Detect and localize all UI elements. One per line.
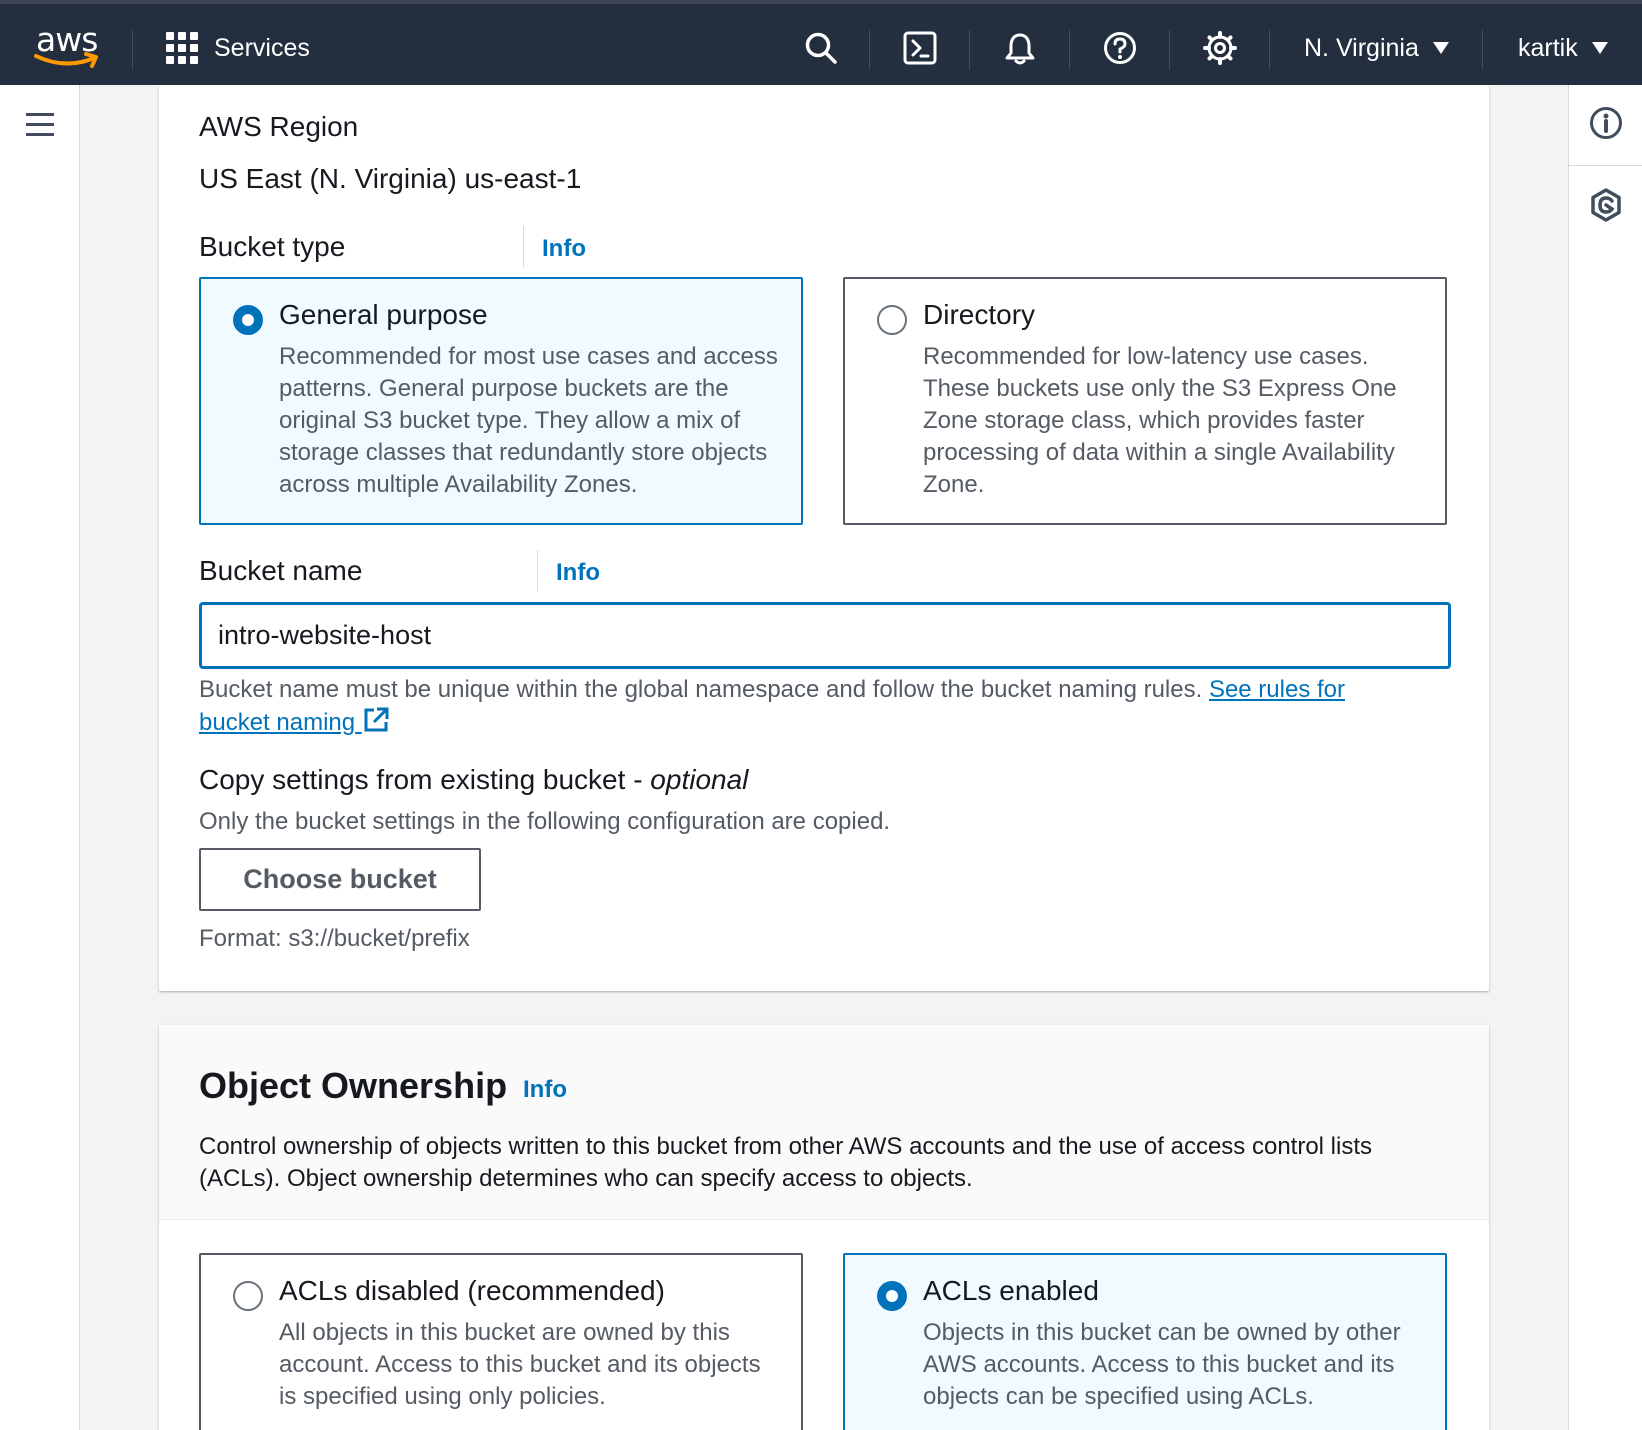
acls-enabled-tile[interactable]: ACLs enabled Objects in this bucket can … bbox=[843, 1253, 1447, 1430]
cloudshell-button[interactable] bbox=[900, 28, 940, 68]
bucket-type-label: Bucket type bbox=[199, 231, 346, 262]
object-ownership-header: Object Ownership Info Control ownership … bbox=[159, 1025, 1489, 1220]
account-menu-label: kartik bbox=[1518, 33, 1578, 62]
object-ownership-panel: Object Ownership Info Control ownership … bbox=[159, 1025, 1489, 1430]
region-selector[interactable]: N. Virginia bbox=[1304, 26, 1449, 70]
rail-divider bbox=[1569, 165, 1642, 166]
acls-disabled-description: All objects in this bucket are owned by … bbox=[279, 1319, 761, 1410]
region-value: US East (N. Virginia) us-east-1 bbox=[199, 163, 582, 194]
left-navigation-rail bbox=[0, 85, 80, 1430]
directory-description: Recommended for low-latency use cases. T… bbox=[923, 343, 1397, 498]
label-divider bbox=[523, 226, 524, 268]
region-selector-label: N. Virginia bbox=[1304, 33, 1419, 62]
info-panel-icon[interactable] bbox=[1588, 105, 1624, 141]
bucket-name-label: Bucket name bbox=[199, 555, 363, 586]
right-utility-rail bbox=[1568, 85, 1642, 1430]
bucket-name-info-link[interactable]: Info bbox=[556, 559, 600, 587]
nav-divider bbox=[969, 30, 970, 70]
acls-disabled-title: ACLs disabled (recommended) bbox=[279, 1275, 665, 1306]
directory-title: Directory bbox=[923, 299, 1036, 330]
search-icon bbox=[805, 32, 837, 64]
help-button[interactable] bbox=[1100, 28, 1140, 68]
bucket-name-help: Bucket name must be unique within the gl… bbox=[199, 674, 1379, 739]
feedback-hexagon-icon[interactable] bbox=[1588, 187, 1624, 223]
general-configuration-panel: AWS Region US East (N. Virginia) us-east… bbox=[159, 85, 1489, 991]
acls-enabled-description: Objects in this bucket can be owned by o… bbox=[923, 1319, 1401, 1410]
bucket-name-input[interactable]: intro-website-host bbox=[199, 602, 1451, 669]
choose-bucket-button[interactable]: Choose bucket bbox=[199, 848, 481, 911]
general-purpose-description: Recommended for most use cases and acces… bbox=[279, 343, 778, 498]
acls-enabled-radio[interactable] bbox=[877, 1281, 907, 1311]
object-ownership-description: Control ownership of objects written to … bbox=[199, 1133, 1372, 1192]
general-purpose-title: General purpose bbox=[279, 299, 488, 330]
aws-logo[interactable]: aws bbox=[32, 18, 102, 70]
caret-down-icon bbox=[1432, 42, 1449, 54]
nav-divider bbox=[1169, 30, 1170, 70]
external-link-icon bbox=[364, 707, 389, 732]
copy-settings-label: Copy settings from existing bucket - opt… bbox=[199, 764, 748, 796]
settings-button[interactable] bbox=[1200, 28, 1240, 68]
services-menu-button[interactable]: Services bbox=[166, 26, 310, 70]
copy-settings-help: Only the bucket settings in the followin… bbox=[199, 808, 891, 835]
top-navigation-bar: aws Services N. Virginia kartik bbox=[0, 0, 1642, 85]
help-icon bbox=[1104, 32, 1136, 64]
label-divider bbox=[537, 550, 538, 592]
format-hint: Format: s3://bucket/prefix bbox=[199, 925, 470, 952]
copy-settings-label-text: Copy settings from existing bucket - bbox=[199, 764, 651, 795]
acls-disabled-radio[interactable] bbox=[233, 1281, 263, 1311]
region-label: AWS Region bbox=[199, 111, 359, 142]
bucket-name-help-text: Bucket name must be unique within the gl… bbox=[199, 676, 1203, 703]
object-ownership-info-link[interactable]: Info bbox=[523, 1076, 567, 1104]
terminal-icon bbox=[903, 31, 937, 65]
directory-radio[interactable] bbox=[877, 305, 907, 335]
services-label: Services bbox=[214, 33, 310, 62]
nav-divider bbox=[869, 30, 870, 70]
nav-divider bbox=[132, 30, 133, 70]
aws-smile-icon bbox=[34, 52, 98, 68]
nav-divider bbox=[1269, 30, 1270, 70]
caret-down-icon bbox=[1591, 42, 1608, 54]
bucket-type-general-purpose-tile[interactable]: General purpose Recommended for most use… bbox=[199, 277, 803, 525]
account-menu[interactable]: kartik bbox=[1518, 26, 1608, 70]
object-ownership-title: Object Ownership bbox=[199, 1065, 508, 1106]
gear-icon bbox=[1203, 31, 1237, 65]
copy-settings-optional: optional bbox=[650, 764, 749, 795]
bell-icon bbox=[1005, 33, 1035, 65]
menu-icon[interactable] bbox=[26, 113, 54, 137]
acls-disabled-tile[interactable]: ACLs disabled (recommended) All objects … bbox=[199, 1253, 803, 1430]
grid-icon bbox=[166, 32, 198, 64]
nav-divider bbox=[1069, 30, 1070, 70]
search-button[interactable] bbox=[801, 28, 841, 68]
notifications-button[interactable] bbox=[1000, 28, 1040, 68]
general-purpose-radio[interactable] bbox=[233, 305, 263, 335]
bucket-type-directory-tile[interactable]: Directory Recommended for low-latency us… bbox=[843, 277, 1447, 525]
acls-enabled-title: ACLs enabled bbox=[923, 1275, 1099, 1306]
nav-divider bbox=[1482, 30, 1483, 70]
bucket-type-info-link[interactable]: Info bbox=[542, 235, 586, 263]
